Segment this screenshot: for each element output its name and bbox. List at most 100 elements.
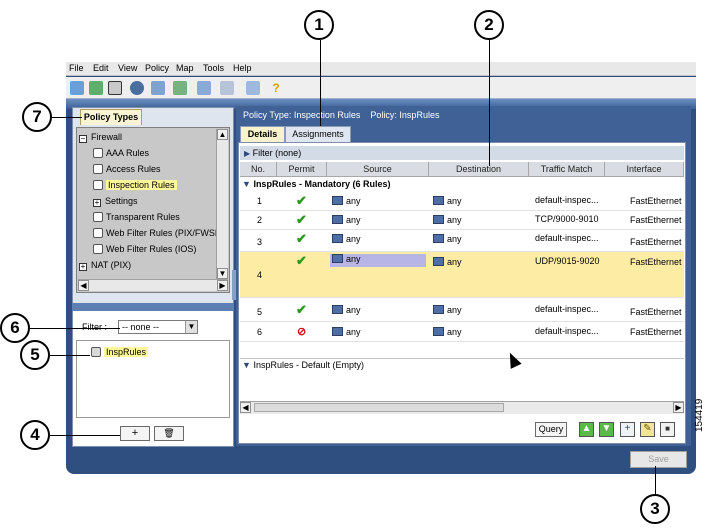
tree-item-aaa-rules[interactable]: AAA Rules — [93, 146, 149, 160]
default-section-header[interactable]: ▼ InspRules - Default (Empty) — [240, 358, 684, 371]
tree-item-transparent-rules[interactable]: Transparent Rules — [93, 210, 180, 224]
rule-filter-bar[interactable]: ▶ Filter (none) — [240, 146, 684, 160]
table-row-selected[interactable]: 4 ✔ any any UDP/9015-9020 FastEthernet( — [240, 252, 684, 298]
edit-rule-icon[interactable]: ✎ — [640, 422, 655, 437]
table-horizontal-scrollbar[interactable]: ◀ ▶ — [240, 401, 684, 414]
traffic-match-cell[interactable]: TCP/9000-9010 — [535, 214, 601, 224]
object-manager-icon[interactable] — [130, 81, 144, 95]
expand-icon[interactable]: + — [79, 263, 87, 271]
destination-cell[interactable]: any — [433, 215, 462, 225]
destination-cell[interactable]: any — [433, 327, 462, 337]
destination-cell[interactable]: any — [433, 305, 462, 315]
destination-cell[interactable]: any — [433, 234, 462, 244]
destination-cell[interactable]: any — [433, 196, 462, 206]
source-cell[interactable]: any — [330, 254, 426, 267]
menu-map[interactable]: Map — [176, 63, 194, 73]
traffic-match-cell[interactable]: default-inspec... — [535, 233, 601, 243]
network-icon — [433, 305, 444, 314]
scroll-left-icon[interactable]: ◀ — [78, 280, 89, 291]
policy-tree[interactable]: − Firewall AAA Rules Access Rules Inspect… — [76, 127, 230, 293]
menu-tools[interactable]: Tools — [203, 63, 224, 73]
interface-cell[interactable]: FastEthernet( — [630, 196, 682, 206]
source-cell[interactable]: any — [332, 215, 361, 225]
tree-horizontal-scrollbar[interactable]: ◀ ▶ — [78, 279, 228, 291]
source-cell[interactable]: any — [332, 234, 361, 244]
device-view-icon[interactable] — [70, 81, 84, 95]
traffic-match-cell[interactable]: default-inspec... — [535, 326, 601, 336]
panel-splitter[interactable] — [72, 303, 234, 311]
column-header-traffic-match[interactable]: Traffic Match — [529, 162, 605, 177]
deploy-icon[interactable] — [173, 81, 187, 95]
scroll-right-icon[interactable]: ▶ — [217, 280, 228, 291]
menu-file[interactable]: File — [69, 63, 84, 73]
table-row[interactable]: 1 ✔ any any default-inspec... FastEthern… — [240, 192, 684, 211]
tree-item-access-rules[interactable]: Access Rules — [93, 162, 161, 176]
tree-item-settings[interactable]: + Settings — [93, 194, 138, 208]
source-cell[interactable]: any — [332, 305, 361, 315]
collapse-icon[interactable]: − — [79, 135, 87, 143]
traffic-match-cell[interactable]: default-inspec... — [535, 195, 601, 205]
table-row[interactable]: 6 ⊘ any any default-inspec... FastEthern… — [240, 322, 684, 342]
tree-item-nat-pix[interactable]: + NAT (PIX) — [79, 258, 131, 272]
activities-icon[interactable] — [197, 81, 211, 95]
traffic-match-cell[interactable]: default-inspec... — [535, 304, 601, 314]
table-row[interactable]: 2 ✔ any any TCP/9000-9010 FastEthernet( — [240, 211, 684, 230]
move-down-icon[interactable]: ▼ — [599, 422, 614, 437]
tree-vertical-scrollbar[interactable]: ▲ ▼ — [216, 129, 228, 279]
tree-item-web-filter-ios[interactable]: Web Filter Rules (IOS) — [93, 242, 196, 256]
column-header-permit[interactable]: Permit — [277, 162, 327, 177]
source-cell[interactable]: any — [332, 327, 361, 337]
tree-item-inspection-rules[interactable]: Inspection Rules — [93, 178, 177, 192]
tab-assignments[interactable]: Assignments — [285, 126, 351, 142]
policy-view-icon[interactable] — [89, 81, 103, 95]
shared-policy-item[interactable]: InspRules — [91, 347, 149, 357]
menu-help[interactable]: Help — [233, 63, 252, 73]
column-header-interface[interactable]: Interface — [605, 162, 684, 177]
destination-cell[interactable]: any — [433, 257, 462, 267]
collapse-section-icon[interactable]: ▼ — [242, 179, 251, 189]
table-row[interactable]: 5 ✔ any any default-inspec... FastEthern… — [240, 298, 684, 322]
add-rule-icon[interactable]: + — [620, 422, 635, 437]
interface-cell[interactable]: FastEthernet( — [630, 237, 682, 247]
menu-policy[interactable]: Policy — [145, 63, 169, 73]
scroll-left-icon[interactable]: ◀ — [240, 402, 251, 413]
submit-icon[interactable] — [220, 81, 234, 95]
delete-rule-icon[interactable]: ■ — [660, 422, 675, 437]
source-cell[interactable]: any — [332, 196, 361, 206]
tree-item-web-filter-pix[interactable]: Web Filter Rules (PIX/FWSM — [93, 226, 222, 240]
help-icon[interactable]: ? — [269, 81, 283, 95]
scroll-up-icon[interactable]: ▲ — [217, 129, 228, 140]
tree-item-firewall[interactable]: − Firewall — [79, 130, 122, 144]
scroll-down-icon[interactable]: ▼ — [217, 268, 228, 279]
move-up-icon[interactable]: ▲ — [579, 422, 594, 437]
map-view-icon[interactable] — [108, 81, 122, 95]
menu-view[interactable]: View — [118, 63, 137, 73]
scroll-thumb[interactable] — [254, 403, 504, 412]
table-row[interactable]: 3 ✔ any any default-inspec... FastEthern… — [240, 230, 684, 252]
save-button[interactable]: Save — [630, 451, 687, 468]
policy-types-tab[interactable]: Policy Types — [80, 109, 142, 125]
shared-policy-list[interactable]: InspRules — [76, 340, 230, 418]
interface-cell[interactable]: FastEthernet( — [630, 257, 682, 267]
interface-cell[interactable]: FastEthernet( — [630, 327, 682, 337]
topology-icon[interactable] — [151, 81, 165, 95]
tab-details[interactable]: Details — [240, 126, 285, 142]
interface-cell[interactable]: FastEthernet( — [630, 215, 682, 225]
collapse-section-icon[interactable]: ▼ — [242, 360, 251, 370]
traffic-match-cell[interactable]: UDP/9015-9020 — [535, 256, 601, 266]
column-header-no[interactable]: No. — [240, 162, 277, 177]
expand-filter-icon[interactable]: ▶ — [244, 149, 250, 158]
mandatory-section-header[interactable]: ▼ InspRules - Mandatory (6 Rules) — [240, 178, 684, 191]
interface-cell[interactable]: FastEthernet( — [630, 307, 682, 317]
add-policy-button[interactable]: + — [120, 426, 150, 441]
column-header-destination[interactable]: Destination — [429, 162, 529, 177]
menu-edit[interactable]: Edit — [93, 63, 109, 73]
delete-policy-button[interactable]: 🗑 — [154, 426, 184, 441]
query-button[interactable]: Query — [535, 422, 567, 437]
filter-select[interactable]: -- none -- ▼ — [118, 320, 198, 334]
chevron-down-icon[interactable]: ▼ — [185, 321, 197, 333]
scroll-right-icon[interactable]: ▶ — [673, 402, 684, 413]
column-header-source[interactable]: Source — [327, 162, 429, 177]
expand-icon[interactable]: + — [93, 199, 101, 207]
workflow-icon[interactable] — [246, 81, 260, 95]
